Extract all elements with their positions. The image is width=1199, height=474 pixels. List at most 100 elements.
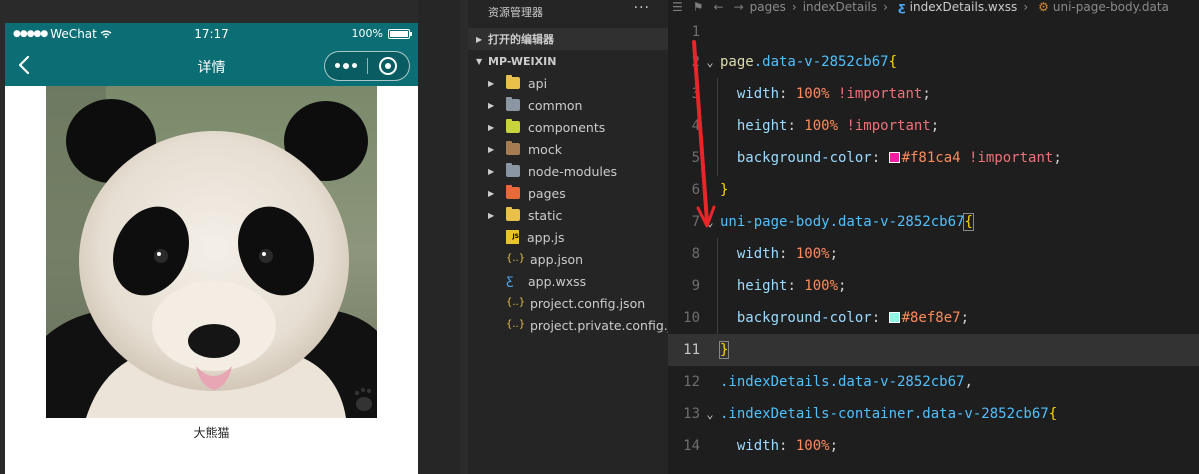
folder-item-node-modules[interactable]: ▶ node-modules <box>468 160 668 182</box>
folder-item-common[interactable]: ▶ common <box>468 94 668 116</box>
breadcrumb-file[interactable]: indexDetails.wxss <box>910 0 1018 14</box>
folder-list: ▶ api ▶ common ▶ components ▶ mock ▶ node-modules… <box>468 72 668 226</box>
code-token: 100% <box>795 246 830 262</box>
page-content: 大熊猫 <box>5 86 418 474</box>
code-token: width <box>736 86 780 102</box>
folder-label: pages <box>528 185 566 201</box>
code-line[interactable]: 2 ⌄ page.data-v-2852cb67{ <box>668 46 1199 78</box>
folder-item-static[interactable]: ▶ static <box>468 204 668 226</box>
code-token: background-color <box>736 150 872 166</box>
breadcrumb-separator: › <box>883 0 888 14</box>
menu-capsule <box>324 51 410 81</box>
line-number: 8 <box>691 246 700 262</box>
code-token: uni-page-body <box>720 214 830 230</box>
code-token: 100% <box>795 86 830 102</box>
code-token: width <box>736 246 780 262</box>
line-number: 7 <box>691 214 700 230</box>
line-number: 9 <box>691 278 700 294</box>
folder-label: mock <box>528 141 562 157</box>
current-code-line[interactable]: 11 } <box>668 334 1199 366</box>
folder-icon <box>506 207 520 221</box>
code-token: 100% <box>804 278 839 294</box>
code-line[interactable]: 6 } <box>668 174 1199 206</box>
code-token: background-color <box>736 310 872 326</box>
fold-chevron-icon[interactable]: ⌄ <box>700 55 720 69</box>
open-editors-section[interactable]: ▶ 打开的编辑器 <box>468 28 668 50</box>
css-icon: ƹ <box>506 273 514 288</box>
code-line[interactable]: 8 width: 100%; <box>668 238 1199 270</box>
caret-right-icon: ▶ <box>488 188 495 198</box>
code-token: .data-v-2852cb67 <box>753 54 889 70</box>
caret-right-icon: ▶ <box>476 34 483 44</box>
folder-label: components <box>528 119 606 135</box>
list-icon[interactable]: ☰ <box>672 0 683 14</box>
caret-right-icon: ▶ <box>488 100 495 110</box>
line-number: 13 <box>683 406 700 422</box>
battery-percent: 100% <box>351 27 383 40</box>
file-item[interactable]: {..} project.config.json <box>468 292 668 314</box>
folder-item-mock[interactable]: ▶ mock <box>468 138 668 160</box>
fold-chevron-icon[interactable]: ⌄ <box>700 407 720 421</box>
line-number: 4 <box>691 118 700 134</box>
explorer-panel: 资源管理器 ··· ▶ 打开的编辑器 ▼ MP-WEIXIN ▶ api ▶ comm… <box>468 0 668 474</box>
bookmark-icon[interactable]: ⚑ <box>693 0 704 14</box>
close-miniprogram-icon[interactable] <box>368 57 409 75</box>
line-number: 14 <box>683 438 700 454</box>
more-actions-icon[interactable]: ··· <box>634 0 650 16</box>
line-number: 3 <box>691 86 700 102</box>
breadcrumb-folder[interactable]: pages <box>750 0 786 14</box>
code-line[interactable]: 14 width: 100%; <box>668 430 1199 462</box>
code-token: .indexDetails.data-v-2852cb67 <box>720 374 965 390</box>
file-label: app.wxss <box>528 273 587 289</box>
nav-back-icon[interactable]: ← <box>714 0 724 14</box>
file-label: project.private.config.js... <box>530 317 668 333</box>
file-item[interactable]: JS app.js <box>468 226 668 248</box>
battery-info: 100% <box>351 27 412 40</box>
symbol-icon: ⚙ <box>1038 0 1049 14</box>
status-bar: ●●●●● WeChat 17:17 100% <box>5 23 418 45</box>
fold-chevron-icon[interactable]: ⌄ <box>700 215 720 229</box>
nav-forward-icon[interactable]: → <box>734 0 744 14</box>
json-icon: {..} <box>506 319 526 330</box>
code-token: !important <box>969 150 1054 166</box>
folder-item-pages[interactable]: ▶ pages <box>468 182 668 204</box>
code-line[interactable]: 12 .indexDetails.data-v-2852cb67, <box>668 366 1199 398</box>
folder-icon <box>506 75 520 89</box>
folder-icon <box>506 141 520 155</box>
simulator-area: ●●●●● WeChat 17:17 100% 详情 大熊猫 <box>0 0 460 474</box>
code-line[interactable]: 1 <box>668 16 1199 48</box>
file-label: app.js <box>527 229 565 245</box>
json-icon: {..} <box>506 297 526 308</box>
file-item[interactable]: {..} app.json <box>468 248 668 270</box>
folder-item-api[interactable]: ▶ api <box>468 72 668 94</box>
caret-right-icon: ▶ <box>488 210 495 220</box>
color-swatch[interactable] <box>888 152 900 163</box>
code-line[interactable]: 9 height: 100%; <box>668 270 1199 302</box>
color-swatch[interactable] <box>888 312 900 323</box>
file-item[interactable]: ƹ app.wxss <box>468 270 668 292</box>
breadcrumb-subfolder[interactable]: indexDetails <box>803 0 877 14</box>
code-line[interactable]: 5 background-color: #f81ca4 !important; <box>668 142 1199 174</box>
code-line[interactable]: 13 ⌄ .indexDetails-container.data-v-2852c… <box>668 398 1199 430</box>
line-number: 6 <box>691 182 700 198</box>
code-token: !important <box>846 118 931 134</box>
folder-item-components[interactable]: ▶ components <box>468 116 668 138</box>
code-token: page <box>720 54 754 70</box>
root-folder-section[interactable]: ▼ MP-WEIXIN <box>468 50 668 72</box>
breadcrumb-symbol[interactable]: uni-page-body.data <box>1053 0 1169 14</box>
code-line[interactable]: 10 background-color: #8ef8e7; <box>668 302 1199 334</box>
code-token: 100% <box>795 438 830 454</box>
line-number: 2 <box>691 54 700 70</box>
code-token: !important <box>838 86 923 102</box>
json-icon: {..} <box>506 253 526 264</box>
code-line[interactable]: 7 ⌄ uni-page-body.data-v-2852cb67{ <box>668 206 1199 238</box>
folder-icon <box>506 119 520 133</box>
file-item[interactable]: {..} project.private.config.js... <box>468 314 668 336</box>
code-token: height <box>736 278 788 294</box>
file-list: JS app.js {..} app.json ƹ app.wxss {..} project… <box>468 226 668 336</box>
code-line[interactable]: 4 height: 100% !important; <box>668 110 1199 142</box>
code-editor[interactable]: ☰ ⚑ ← → pages › indexDetails › ƹ indexDe… <box>668 0 1199 474</box>
code-line[interactable]: 3 width: 100% !important; <box>668 78 1199 110</box>
more-dots-icon[interactable] <box>325 63 367 69</box>
folder-label: node-modules <box>528 163 618 179</box>
